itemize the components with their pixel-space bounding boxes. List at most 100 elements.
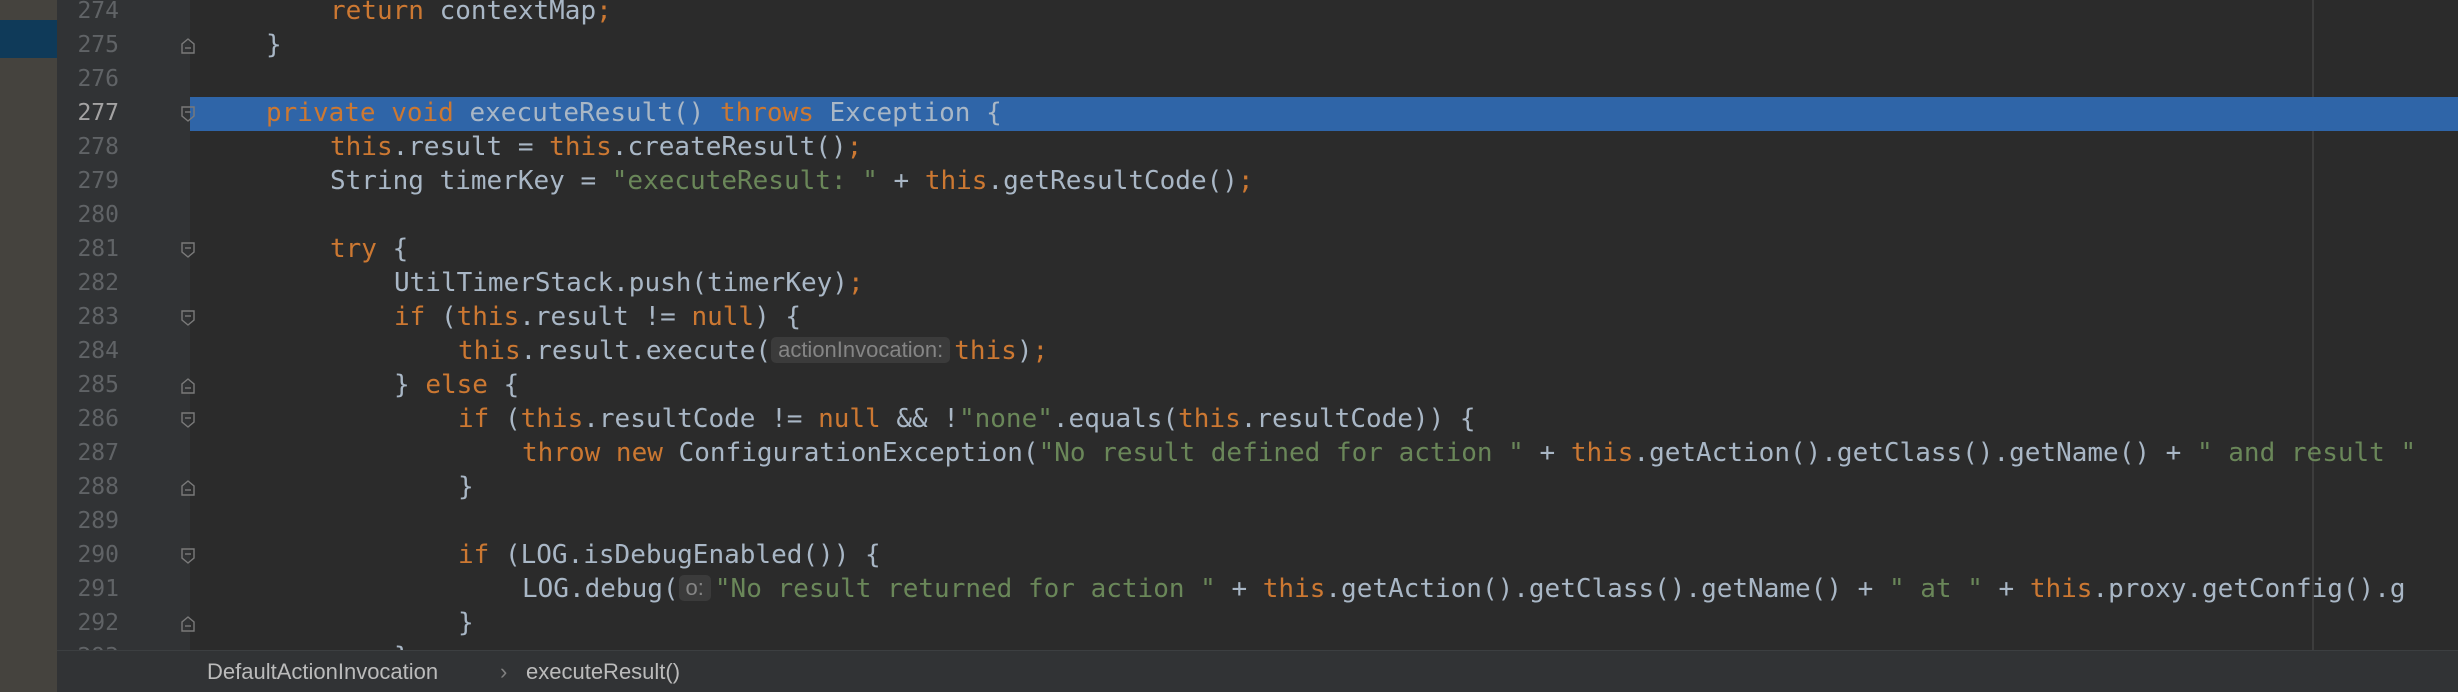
code-token: .createResult() [611, 132, 847, 162]
code-text: String timerKey = "executeResult: " + th… [330, 164, 1254, 198]
code-token: this [924, 166, 988, 196]
code-token: + [1215, 574, 1263, 604]
breadcrumb-separator: › [500, 659, 508, 684]
line-number: 286 [77, 406, 119, 432]
code-token: throw new [522, 438, 679, 468]
code-token: } [266, 30, 282, 60]
code-token: executeResult() [469, 98, 720, 128]
fold-collapse-icon[interactable] [180, 310, 196, 326]
line-number: 279 [77, 168, 119, 194]
code-token: else [425, 370, 504, 400]
code-token: } [458, 608, 474, 638]
code-line[interactable]: 290 if (LOG.isDebugEnabled()) { [0, 538, 2458, 572]
code-token: LOG.debug( [522, 574, 679, 604]
fold-collapse-icon[interactable] [180, 242, 196, 258]
line-number: 282 [77, 270, 119, 296]
code-line[interactable]: 276 [0, 62, 2458, 96]
fold-end-icon[interactable] [180, 480, 196, 496]
code-line[interactable]: 286 if (this.resultCode != null && !"none… [0, 402, 2458, 436]
code-line[interactable]: 278 this.result = this.createResult(); [0, 130, 2458, 164]
code-token: UtilTimerStack.push(timerKey) [394, 268, 848, 298]
code-token: this [330, 132, 393, 162]
code-token: this [1262, 574, 1326, 604]
code-line[interactable]: 289 [0, 504, 2458, 538]
line-number: 292 [77, 610, 119, 636]
code-line[interactable]: 291 LOG.debug(o: "No result returned for a… [0, 572, 2458, 606]
line-number: 285 [77, 372, 119, 398]
code-token: .getAction().getClass().getName() + [1633, 438, 2197, 468]
code-line[interactable]: 279 String timerKey = "executeResult: " +… [0, 164, 2458, 198]
breadcrumb-bar: DefaultActionInvocation › executeResult(… [57, 650, 2458, 692]
code-token: Exception { [829, 98, 1002, 128]
code-text: if (this.resultCode != null && !"none".e… [458, 402, 1476, 436]
code-text: UtilTimerStack.push(timerKey); [394, 266, 864, 300]
code-token: { [392, 234, 409, 264]
code-line[interactable]: 288} [0, 470, 2458, 504]
fold-end-icon[interactable] [180, 378, 196, 394]
code-line[interactable]: 277 private void executeResult() throws E… [0, 96, 2458, 130]
code-token: .getAction().getClass().getName() + [1325, 574, 1889, 604]
code-token: ) { [754, 302, 802, 332]
code-line[interactable]: 274 return contextMap; [0, 0, 2458, 28]
code-text: } [458, 606, 474, 640]
code-token: ; [1032, 336, 1049, 366]
code-token: .result != [519, 302, 692, 332]
code-token: contextMap [439, 0, 597, 26]
code-token: String timerKey = [330, 166, 612, 196]
code-token: "No result defined for action " [1038, 438, 1524, 468]
code-text: LOG.debug(o: "No result returned for acti… [522, 572, 2406, 606]
code-token: this [456, 302, 520, 332]
code-token: + [1523, 438, 1571, 468]
line-number: 283 [77, 304, 119, 330]
code-text: } [266, 28, 282, 62]
code-token: if [394, 302, 441, 332]
code-token: + [1982, 574, 2030, 604]
line-number: 287 [77, 440, 119, 466]
line-number: 288 [77, 474, 119, 500]
code-token: .resultCode != [583, 404, 819, 434]
breadcrumb-class[interactable]: DefaultActionInvocation [207, 651, 438, 692]
code-token: .getResultCode() [987, 166, 1238, 196]
code-token: ; [846, 132, 863, 162]
code-text: this.result.execute(actionInvocation: thi… [458, 334, 1048, 368]
line-number: 280 [77, 202, 119, 228]
code-line[interactable]: 284 this .result.execute(actionInvocation:… [0, 334, 2458, 368]
fold-collapse-icon[interactable] [180, 548, 196, 564]
code-line[interactable]: 280 [0, 198, 2458, 232]
line-number: 274 [77, 0, 119, 24]
code-token: " and result " [2196, 438, 2417, 468]
fold-collapse-icon[interactable] [180, 106, 196, 122]
code-line[interactable]: 282 UtilTimerStack.push(timerKey); [0, 266, 2458, 300]
line-number: 281 [77, 236, 119, 262]
code-token: (LOG.isDebugEnabled()) { [504, 540, 881, 570]
code-token: + [877, 166, 925, 196]
code-text: if (this.result != null) { [394, 300, 801, 334]
code-editor-window: 274 return contextMap; 275} 276 277 private v… [0, 0, 2458, 692]
code-line[interactable]: 285 } else { [0, 368, 2458, 402]
fold-end-icon[interactable] [180, 616, 196, 632]
code-line[interactable]: 283 if (this.result != null) { [0, 300, 2458, 334]
fold-end-icon[interactable] [180, 38, 196, 54]
code-token: ( [440, 302, 457, 332]
line-number: 289 [77, 508, 119, 534]
code-token: this [954, 336, 1017, 366]
line-number: 291 [77, 576, 119, 602]
code-token: ; [596, 0, 612, 26]
code-token: .resultCode)) { [1240, 404, 1476, 434]
line-number: 284 [77, 338, 119, 364]
fold-collapse-icon[interactable] [180, 412, 196, 428]
code-text: private void executeResult() throws Exce… [266, 96, 1002, 130]
breadcrumb-method[interactable]: executeResult() [526, 651, 680, 692]
code-token: .result.execute( [520, 336, 772, 366]
code-token: "none" [958, 404, 1053, 434]
code-line[interactable]: 292} [0, 606, 2458, 640]
line-number: 276 [77, 66, 119, 92]
code-line[interactable]: 275} [0, 28, 2458, 62]
parameter-hint: o: [678, 575, 711, 601]
code-token: try [330, 234, 393, 264]
code-line[interactable]: 281 try { [0, 232, 2458, 266]
parameter-hint: actionInvocation: [771, 337, 951, 363]
code-text: } else { [394, 368, 519, 402]
line-number: 278 [77, 134, 119, 160]
code-line[interactable]: 287 throw new ConfigurationException("No … [0, 436, 2458, 470]
